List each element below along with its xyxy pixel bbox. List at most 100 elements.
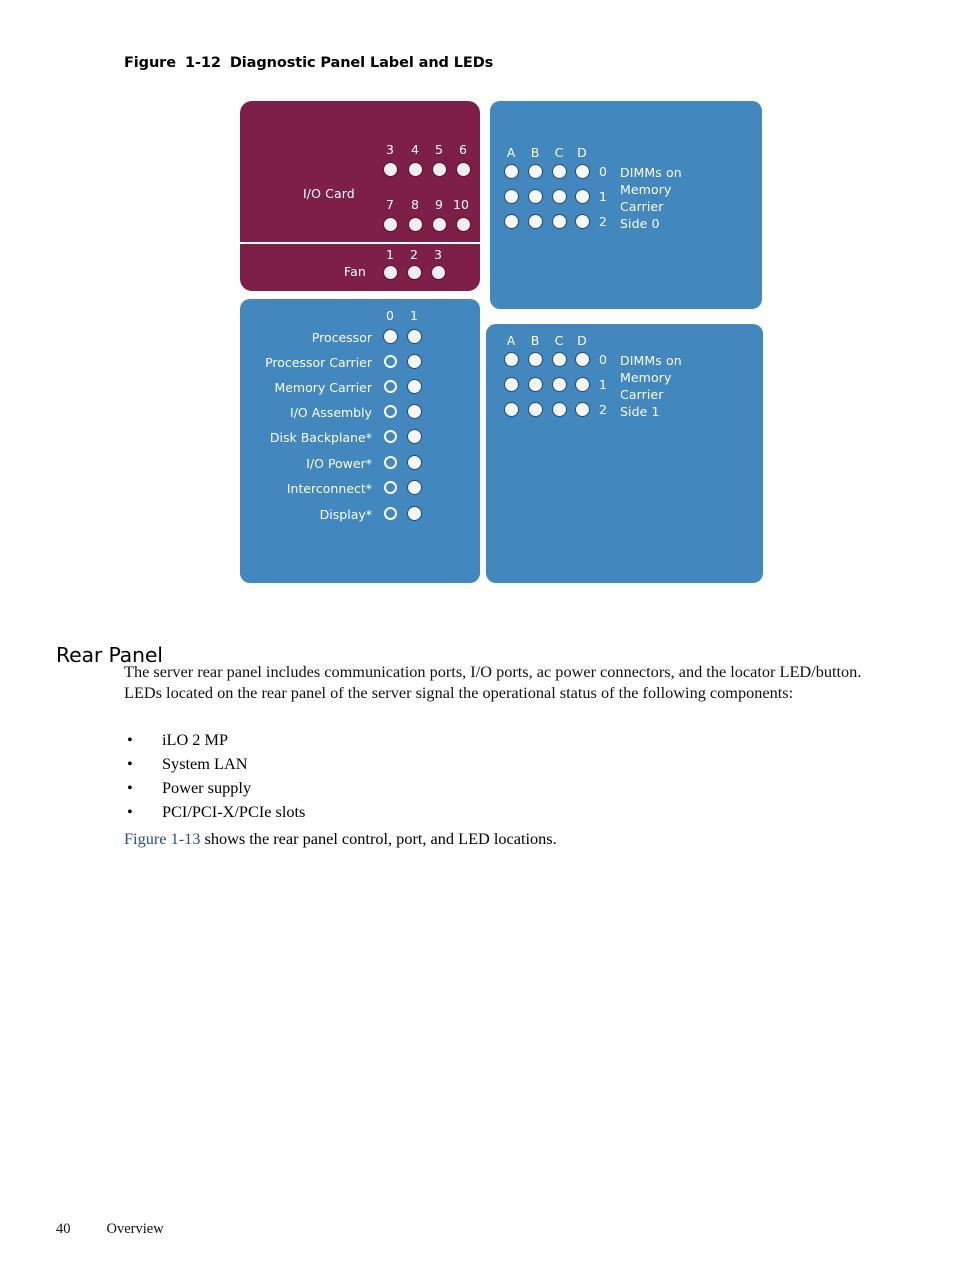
dimms-side0-col-header-b: B xyxy=(530,145,540,160)
dimms-side1-led-c0 xyxy=(553,353,566,366)
fan-led-number-3: 3 xyxy=(434,247,442,262)
bullet-icon: • xyxy=(127,730,133,749)
dimms-side1-row-number-0: 0 xyxy=(599,352,607,367)
component-col-header-1: 1 xyxy=(410,308,418,323)
component-led-display-1 xyxy=(408,507,421,520)
figure-caption-label: Figure xyxy=(124,55,176,71)
dimms-side0-col-header-c: C xyxy=(554,145,564,160)
dimms-side1-led-d1 xyxy=(576,378,589,391)
dimms-side0-led-d1 xyxy=(576,190,589,203)
component-row-label-memory-carrier: Memory Carrier xyxy=(274,380,372,395)
io-card-led-6 xyxy=(457,163,470,176)
dimms-side1-col-header-b: B xyxy=(530,333,540,348)
rear-panel-paragraph-text: The server rear panel includes communica… xyxy=(124,662,862,702)
dimms-side1-col-header-c: C xyxy=(554,333,564,348)
io-card-led-9 xyxy=(433,218,446,231)
rear-panel-component-list: • iLO 2 MP • System LAN • Power supply •… xyxy=(124,728,624,824)
list-item: • PCI/PCI-X/PCIe slots xyxy=(124,800,624,824)
dimms-side0-led-b0 xyxy=(529,165,542,178)
dimms-side1-led-d2 xyxy=(576,403,589,416)
dimms-side0-caption-line-2: Memory xyxy=(620,182,672,197)
io-card-led-number-3: 3 xyxy=(386,142,394,157)
dimms-side0-led-d0 xyxy=(576,165,589,178)
component-led-io-power-1 xyxy=(408,456,421,469)
dimms-side1-led-c2 xyxy=(553,403,566,416)
io-card-led-number-10: 10 xyxy=(453,197,469,212)
component-row-label-io-power: I/O Power* xyxy=(306,456,372,471)
io-card-led-number-9: 9 xyxy=(435,197,443,212)
page-footer: 40 Overview xyxy=(56,1221,164,1238)
component-led-disk-backplane-0 xyxy=(384,430,397,443)
component-led-processor-carrier-0 xyxy=(384,355,397,368)
dimms-side0-col-header-d: D xyxy=(577,145,587,160)
dimms-side0-led-a1 xyxy=(505,190,518,203)
io-card-led-number-5: 5 xyxy=(435,142,443,157)
io-card-led-8 xyxy=(409,218,422,231)
footer-chapter-name: Overview xyxy=(106,1221,164,1237)
component-led-processor-1 xyxy=(408,330,421,343)
component-led-memory-carrier-0 xyxy=(384,380,397,393)
io-card-led-number-4: 4 xyxy=(411,142,419,157)
component-row-label-display: Display* xyxy=(319,507,372,522)
component-led-processor-carrier-1 xyxy=(408,355,421,368)
io-card-led-7 xyxy=(384,218,397,231)
dimms-side0-row-number-0: 0 xyxy=(599,164,607,179)
dimms-side1-caption-line-3: Carrier xyxy=(620,387,664,402)
fan-led-2 xyxy=(408,266,421,279)
dimms-side0-led-c0 xyxy=(553,165,566,178)
io-card-label: I/O Card xyxy=(303,186,355,201)
figure-caption: Figure 1-12 Diagnostic Panel Label and LED… xyxy=(124,55,493,71)
dimms-side0-panel xyxy=(490,101,762,309)
figure-caption-title: Diagnostic Panel Label and LEDs xyxy=(229,55,494,71)
dimms-side1-led-a1 xyxy=(505,378,518,391)
io-card-led-number-8: 8 xyxy=(411,197,419,212)
figure-cross-reference: Figure 1-13 shows the rear panel control… xyxy=(124,828,557,849)
dimms-side1-led-b1 xyxy=(529,378,542,391)
io-card-led-5 xyxy=(433,163,446,176)
dimms-side0-caption-line-4: Side 0 xyxy=(620,216,660,231)
dimms-side1-led-a0 xyxy=(505,353,518,366)
component-led-memory-carrier-1 xyxy=(408,380,421,393)
dimms-side1-led-c1 xyxy=(553,378,566,391)
list-item: • iLO 2 MP xyxy=(124,728,624,752)
io-card-led-number-7: 7 xyxy=(386,197,394,212)
component-led-io-power-0 xyxy=(384,456,397,469)
diagnostic-panel-figure: I/O Card 3 4 5 6 7 8 9 10 Fan 1 2 3 A B … xyxy=(0,0,954,1271)
dimms-side1-caption-line-2: Memory xyxy=(620,370,672,385)
dimms-side1-led-b0 xyxy=(529,353,542,366)
dimms-side0-row-number-2: 2 xyxy=(599,214,607,229)
component-row-label-processor-carrier: Processor Carrier xyxy=(265,355,372,370)
component-row-label-disk-backplane: Disk Backplane* xyxy=(269,430,372,445)
component-led-io-assembly-0 xyxy=(384,405,397,418)
dimms-side1-col-header-a: A xyxy=(506,333,516,348)
component-row-label-processor: Processor xyxy=(311,330,372,345)
list-item-label: System LAN xyxy=(162,754,248,773)
dimms-side0-led-b1 xyxy=(529,190,542,203)
list-item: • System LAN xyxy=(124,752,624,776)
list-item-label: PCI/PCI-X/PCIe slots xyxy=(162,802,306,821)
io-card-led-10 xyxy=(457,218,470,231)
list-item-label: Power supply xyxy=(162,778,252,797)
figure-1-13-link[interactable]: Figure 1-13 xyxy=(124,829,200,848)
fan-led-1 xyxy=(384,266,397,279)
dimms-side1-col-header-d: D xyxy=(577,333,587,348)
dimms-side1-caption-line-4: Side 1 xyxy=(620,404,660,419)
dimms-side0-led-a2 xyxy=(505,215,518,228)
io-card-led-3 xyxy=(384,163,397,176)
fan-led-number-1: 1 xyxy=(386,247,394,262)
dimms-side1-led-b2 xyxy=(529,403,542,416)
dimms-side0-caption-line-3: Carrier xyxy=(620,199,664,214)
rear-panel-paragraph: The server rear panel includes communica… xyxy=(124,661,880,703)
component-led-processor-0 xyxy=(384,330,397,343)
component-leds-panel xyxy=(240,299,480,583)
component-led-io-assembly-1 xyxy=(408,405,421,418)
component-led-display-0 xyxy=(384,507,397,520)
component-col-header-0: 0 xyxy=(386,308,394,323)
dimms-side1-row-number-2: 2 xyxy=(599,402,607,417)
dimms-side1-row-number-1: 1 xyxy=(599,377,607,392)
page-number: 40 xyxy=(56,1221,71,1237)
list-item-label: iLO 2 MP xyxy=(162,730,229,749)
fan-label: Fan xyxy=(344,264,366,279)
io-card-panel xyxy=(240,101,480,242)
dimms-side0-led-b2 xyxy=(529,215,542,228)
